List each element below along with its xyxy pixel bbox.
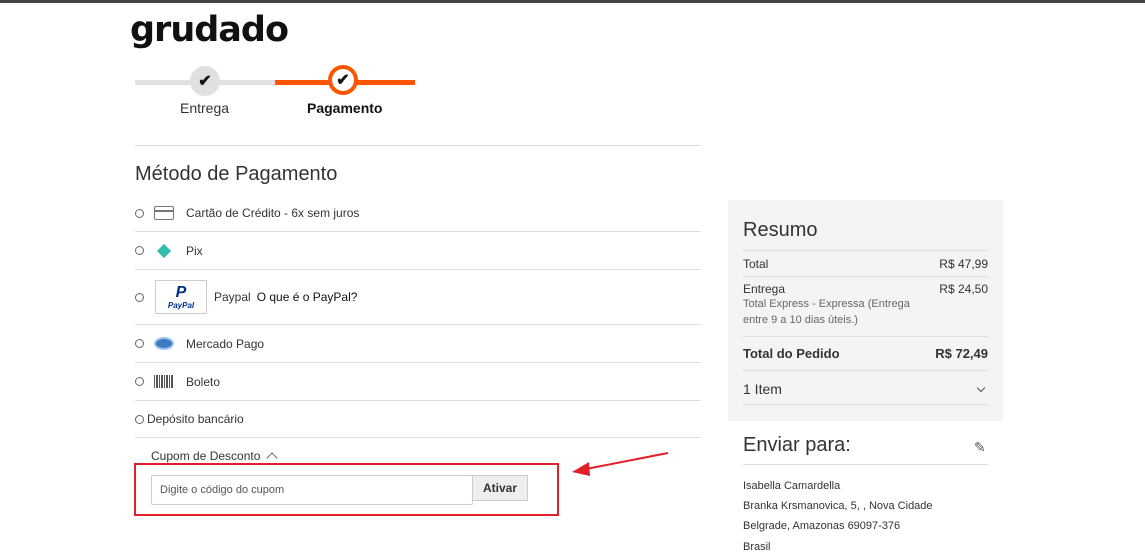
summary-shipping-row: Entrega R$ 24,50 [743, 282, 988, 296]
subtotal-label: Total [743, 257, 769, 271]
summary-divider [743, 404, 988, 405]
items-count[interactable]: 1 Item [743, 381, 782, 397]
ship-to-country: Brasil [743, 541, 771, 553]
chevron-down-icon[interactable] [976, 383, 986, 392]
items-toggle[interactable]: 1 Item [743, 381, 988, 397]
ship-to-title: Enviar para: [743, 434, 851, 456]
shipping-method-desc: Total Express - Expressa (Entrega entre … [743, 298, 910, 326]
ship-to-street: Branka Krsmanovica, 5, , Nova Cidade [743, 500, 933, 512]
order-total-value: R$ 72,49 [935, 346, 988, 361]
ship-to-divider [743, 464, 988, 465]
ship-to-name: Isabella Camardella [743, 480, 841, 492]
summary-divider [743, 250, 988, 251]
order-summary: Resumo Total R$ 47,99 Entrega R$ 24,50 T… [728, 200, 1003, 421]
ship-to-city: Belgrade, Amazonas 69097-376 [743, 520, 901, 532]
shipping-value: R$ 24,50 [939, 282, 988, 296]
order-total-row: Total do Pedido R$ 72,49 [743, 346, 988, 361]
subtotal-value: R$ 47,99 [939, 257, 988, 271]
summary-divider [743, 336, 988, 337]
summary-divider [743, 276, 988, 277]
summary-subtotal-row: Total R$ 47,99 [743, 257, 988, 271]
order-total-label: Total do Pedido [743, 346, 840, 361]
summary-divider [743, 370, 988, 371]
shipping-label: Entrega [743, 282, 786, 296]
edit-pencil-icon[interactable]: ✎ [974, 439, 986, 456]
summary-title: Resumo [743, 219, 818, 241]
